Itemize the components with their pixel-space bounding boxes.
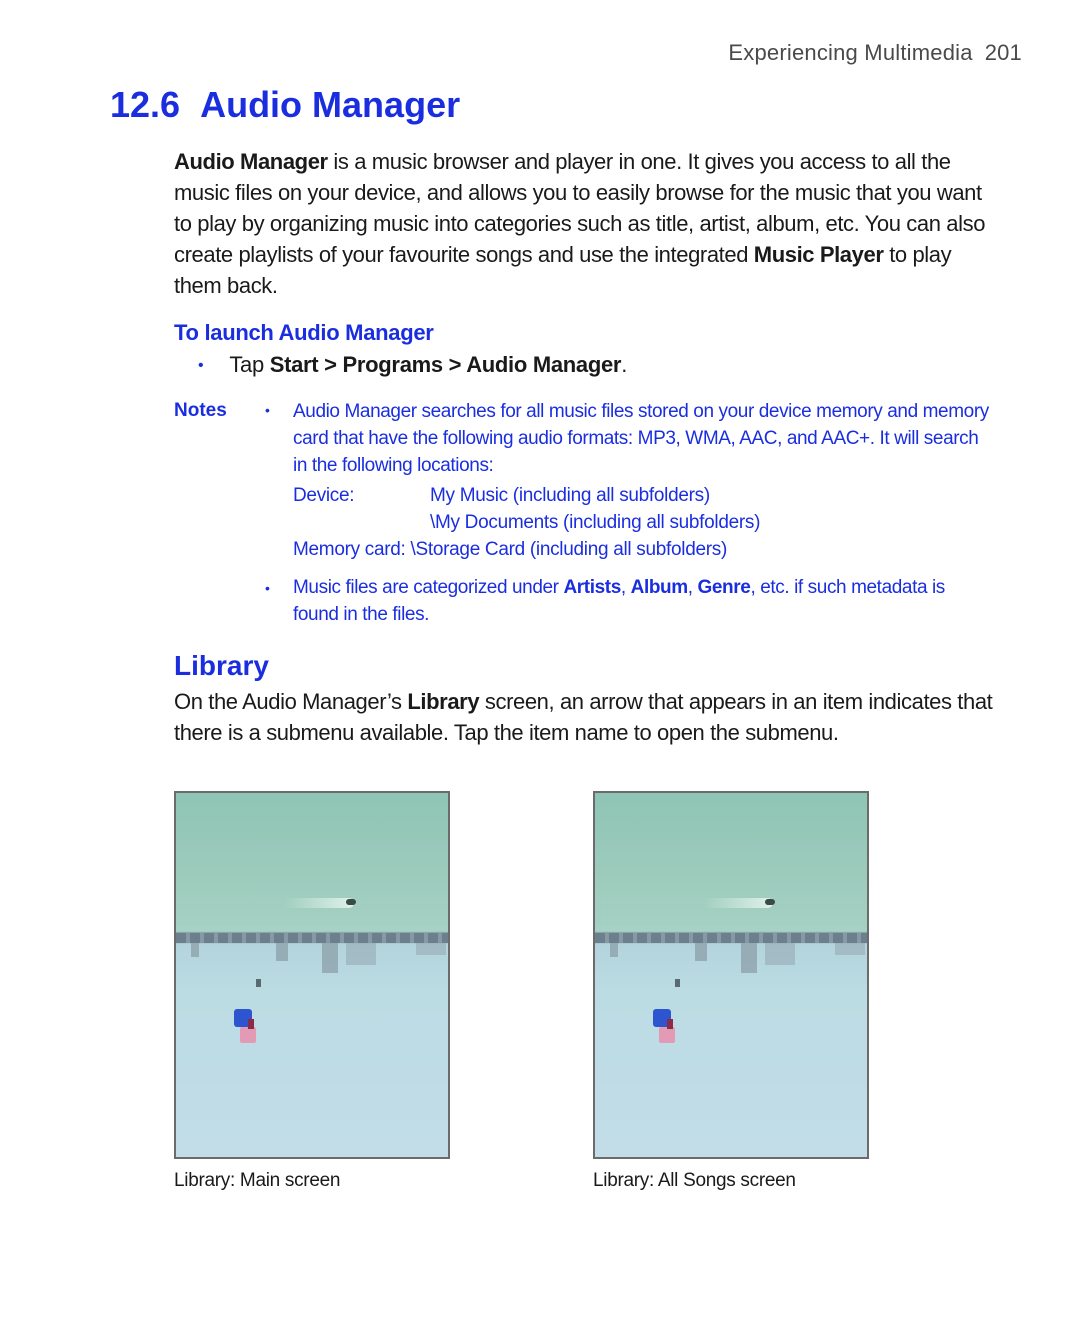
logo-dark-shape [667, 1019, 673, 1029]
location-row: Device: My Music (including all subfolder… [293, 485, 710, 507]
reflection-shape [322, 943, 338, 973]
location-row: \My Documents (including all subfolders) [293, 512, 760, 534]
figure-caption: Library: Main screen [174, 1170, 341, 1191]
section-title-text: Audio Manager [200, 84, 461, 125]
step-programs: Programs [342, 352, 444, 377]
step-separator: > [318, 352, 343, 377]
library-paragraph: On the Audio Manager’s Library screen, a… [174, 686, 994, 748]
launch-heading: To launch Audio Manager [174, 320, 434, 345]
location-path: \Storage Card (including all subfolders) [410, 539, 728, 560]
note-2-text: Music files are categorized under [293, 577, 564, 598]
reflection-shape [695, 943, 707, 961]
buoy-shape [256, 979, 261, 987]
reflection-shape [416, 943, 446, 955]
launch-step: • Tap Start > Programs > Audio Manager. [198, 352, 627, 378]
intro-bold-music-player: Music Player [753, 242, 884, 267]
location-path: \My Documents (including all subfolders) [430, 512, 761, 533]
page-number: 201 [984, 40, 1022, 65]
location-label: Device: [293, 485, 355, 506]
bullet-icon: • [198, 357, 204, 374]
figure-caption: Library: All Songs screen [593, 1170, 796, 1191]
note-2-album: Album [630, 577, 689, 598]
intro-paragraph: Audio Manager is a music browser and pla… [174, 146, 994, 301]
running-header: Experiencing Multimedia 201 [728, 40, 1022, 66]
section-title: 12.6 Audio Manager [110, 84, 460, 126]
reflection-shape [765, 943, 795, 965]
library-text: On the Audio Manager’s [174, 689, 408, 714]
library-all-songs-screenshot [593, 791, 869, 1159]
intro-bold-lead: Audio Manager [174, 149, 328, 174]
boat-shape [765, 899, 775, 905]
note-2-genre: Genre [697, 577, 751, 598]
library-main-screenshot [174, 791, 450, 1159]
step-start: Start [269, 352, 319, 377]
buoy-shape [675, 979, 680, 987]
section-number: 12.6 [110, 84, 181, 125]
note-1: Audio Manager searches for all music fil… [293, 401, 989, 476]
reflection-shape [276, 943, 288, 961]
note-2-comma: , [620, 577, 631, 598]
chapter-title: Experiencing Multimedia [728, 40, 973, 65]
reflection-shape [346, 943, 376, 965]
reflection-shape [610, 943, 618, 957]
wake-shape [284, 898, 354, 908]
step-app: Audio Manager [466, 352, 622, 377]
boat-shape [346, 899, 356, 905]
location-label: Memory card: [293, 539, 406, 560]
library-heading: Library [174, 650, 269, 681]
reflection-shape [835, 943, 865, 955]
note-2-comma: , [687, 577, 698, 598]
library-bold: Library [407, 689, 480, 714]
bullet-icon: • [265, 580, 270, 596]
pier-shape [595, 933, 867, 943]
logo-pink-shape [659, 1027, 675, 1043]
location-row: Memory card: \Storage Card (including al… [293, 539, 727, 561]
step-separator: > [442, 352, 467, 377]
note-2: Music files are categorized under Artist… [293, 574, 953, 628]
step-end: . [621, 352, 627, 377]
logo-dark-shape [248, 1019, 254, 1029]
pier-shape [176, 933, 448, 943]
note-2-artists: Artists [563, 577, 621, 598]
bullet-icon: • [265, 402, 270, 418]
logo-pink-shape [240, 1027, 256, 1043]
reflection-shape [191, 943, 199, 957]
location-path: My Music (including all subfolders) [430, 485, 710, 506]
step-prefix: Tap [229, 352, 270, 377]
notes-label: Notes [174, 400, 227, 421]
wake-shape [703, 898, 773, 908]
reflection-shape [741, 943, 757, 973]
